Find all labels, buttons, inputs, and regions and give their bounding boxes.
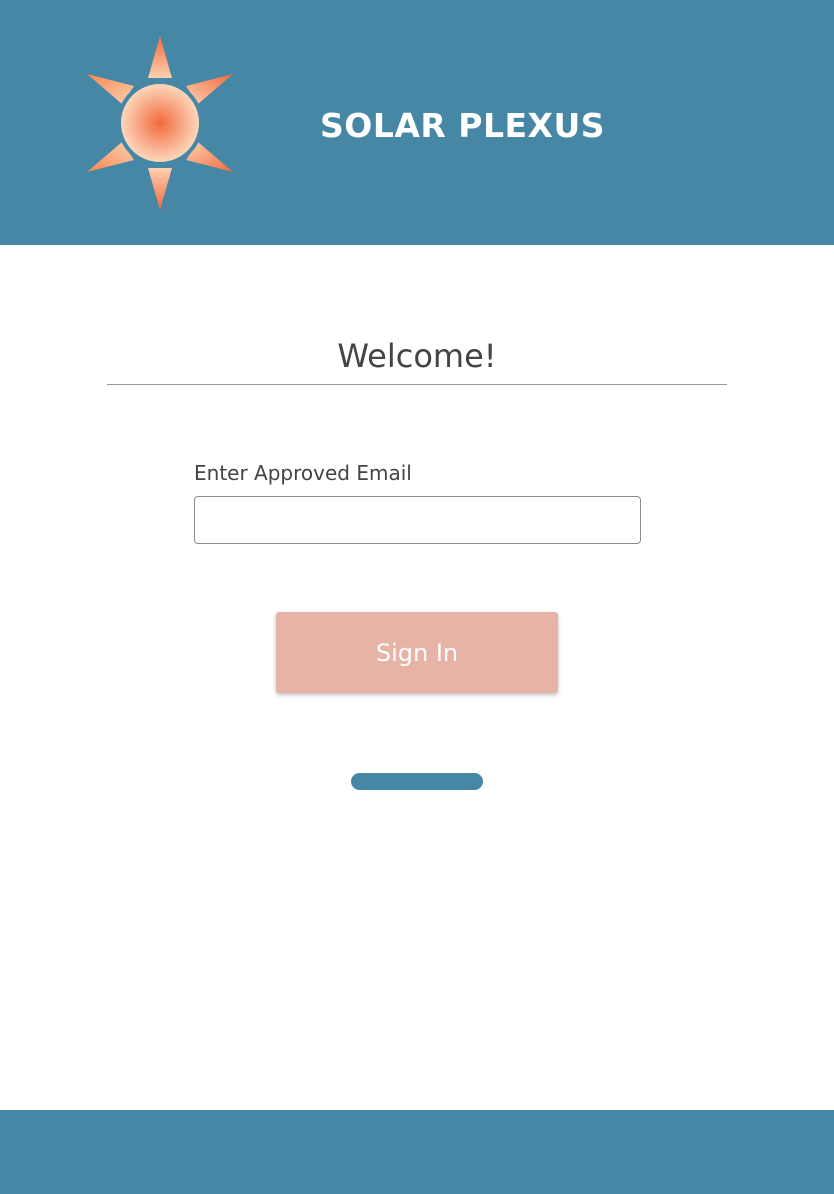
app-header: SOLAR PLEXUS [0, 0, 834, 245]
brand-title: SOLAR PLEXUS [320, 106, 606, 145]
heading-divider [107, 384, 727, 385]
loading-indicator [351, 773, 483, 790]
app-footer [0, 1110, 834, 1194]
welcome-heading: Welcome! [337, 337, 497, 375]
sun-logo-icon [87, 36, 233, 210]
sign-in-button[interactable]: Sign In [276, 612, 558, 693]
email-input[interactable] [194, 496, 641, 544]
email-label: Enter Approved Email [194, 461, 412, 485]
